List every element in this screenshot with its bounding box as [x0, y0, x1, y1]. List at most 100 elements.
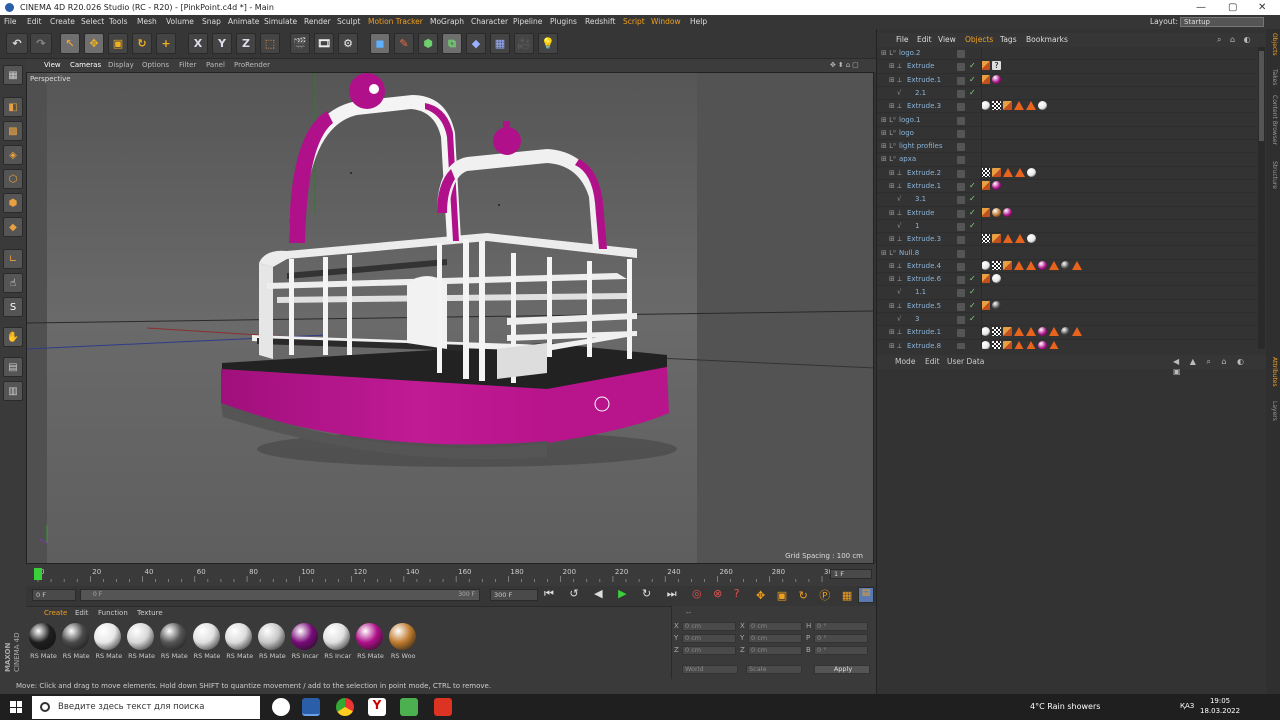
object-row[interactable]: ⊞ ⟂ Extrude.1 ✓ — [877, 74, 1257, 87]
clock[interactable]: 19:05 18.03.2022 — [1200, 696, 1240, 716]
viewport-menu-options[interactable]: Options — [142, 59, 169, 72]
uvw-tag-icon[interactable] — [992, 260, 1001, 270]
visibility-toggle[interactable] — [957, 262, 965, 271]
visibility-toggle[interactable] — [957, 316, 965, 324]
menu-render[interactable]: Render — [304, 15, 331, 29]
phong-tag-icon[interactable] — [1003, 167, 1013, 177]
protection-tag-icon[interactable] — [992, 167, 1001, 177]
points-mode-icon[interactable]: ⬡ — [3, 169, 23, 189]
material-menu-function[interactable]: Function — [98, 609, 128, 617]
enable-check-icon[interactable]: ✓ — [969, 181, 976, 190]
material-swatch[interactable]: RS Incar — [290, 623, 320, 663]
protection-tag-icon[interactable] — [981, 61, 990, 71]
lang-indicator[interactable]: ҚАЗ — [1180, 702, 1194, 710]
menu-snap[interactable]: Snap — [202, 15, 221, 29]
material-swatch[interactable]: RS Mate — [93, 623, 123, 663]
texture-mode-icon[interactable]: ▩ — [3, 121, 23, 141]
array-generator-icon[interactable]: ⧉ — [442, 33, 462, 54]
coord-value-field[interactable]: 0 cm — [748, 646, 802, 655]
viewport-menu-prorender[interactable]: ProRender — [234, 59, 270, 72]
material-tag-icon[interactable] — [981, 340, 990, 349]
coord-value-field[interactable]: 0 cm — [748, 634, 802, 643]
viewport-menu-display[interactable]: Display — [108, 59, 134, 72]
visibility-toggle[interactable] — [957, 196, 965, 205]
object-list-scrollbar[interactable] — [1258, 47, 1265, 349]
object-row[interactable]: ⊞ ⟂ Extrude.6 ✓ — [877, 273, 1257, 287]
axis-mode-icon[interactable]: ∟ — [3, 249, 23, 269]
viewport-menu-cameras[interactable]: Cameras — [70, 59, 101, 72]
chrome-app-icon[interactable] — [336, 698, 354, 716]
menu-animate[interactable]: Animate — [228, 15, 259, 29]
menu-window[interactable]: Window — [651, 15, 681, 29]
object-menu-edit[interactable]: Edit — [917, 33, 932, 47]
visibility-toggle[interactable] — [957, 222, 965, 231]
material-swatch[interactable]: RS Mate — [192, 623, 222, 663]
material-swatch[interactable]: RS Mate — [257, 623, 287, 663]
uvw-tag-icon[interactable] — [992, 327, 1001, 337]
snap-icon[interactable]: S — [3, 297, 23, 317]
object-row[interactable]: ⊞ L⁰ logo.2 — [877, 47, 1257, 61]
material-tag-icon[interactable] — [981, 327, 990, 337]
acrobat-app-icon[interactable] — [434, 698, 452, 716]
phong-tag-icon[interactable] — [1026, 101, 1036, 111]
material-swatch[interactable]: RS Mate — [224, 623, 254, 663]
enable-check-icon[interactable]: ✓ — [969, 75, 976, 84]
object-row[interactable]: ⊞ ⟂ Extrude ✓ — [877, 207, 1257, 220]
object-menu-file[interactable]: File — [896, 33, 909, 47]
enable-check-icon[interactable]: ✓ — [969, 221, 976, 230]
visibility-toggle[interactable] — [957, 76, 965, 85]
menu-file[interactable]: File — [4, 15, 17, 29]
phong-tag-icon[interactable] — [1049, 327, 1059, 337]
taskbar-search-input[interactable]: Введите здесь текст для поиска — [32, 696, 260, 719]
material-tag-icon[interactable] — [992, 300, 1001, 310]
material-swatch[interactable]: RS Mate — [159, 623, 189, 663]
phong-tag-icon[interactable] — [1072, 260, 1082, 270]
visibility-toggle[interactable] — [957, 143, 965, 152]
object-menu-view[interactable]: View — [938, 33, 956, 47]
render-view-icon[interactable]: 🎬 — [290, 33, 310, 54]
attribute-nav-icons[interactable]: ◀ ▲ ⌕ ⌂ ◐ ▣ — [1173, 357, 1266, 376]
visibility-toggle[interactable] — [957, 329, 965, 338]
object-row[interactable]: ⊞ L⁰ Null.8 — [877, 247, 1257, 260]
enable-check-icon[interactable]: ✓ — [969, 208, 976, 217]
current-frame-field[interactable]: 1 F — [830, 569, 872, 579]
end-frame-field[interactable]: 300 F — [490, 589, 538, 601]
menu-sculpt[interactable]: Sculpt — [337, 15, 360, 29]
protection-tag-icon[interactable] — [992, 234, 1001, 244]
material-swatch[interactable]: RS Mate — [28, 623, 58, 663]
menu-pipeline[interactable]: Pipeline — [513, 15, 542, 29]
menu-redshift[interactable]: Redshift — [585, 15, 615, 29]
phong-tag-icon[interactable] — [1026, 340, 1036, 349]
visibility-toggle[interactable] — [957, 209, 965, 218]
keyframe-controls[interactable]: ✥ ▣ ↻ Ⓟ ▦ — [756, 587, 856, 603]
uvw-tag-icon[interactable] — [992, 340, 1001, 349]
protection-tag-icon[interactable] — [981, 300, 990, 310]
protection-tag-icon[interactable] — [1003, 260, 1012, 270]
phong-tag-icon[interactable] — [1049, 340, 1059, 349]
object-menu-tags[interactable]: Tags — [1000, 33, 1017, 47]
enable-check-icon[interactable]: ✓ — [969, 301, 976, 310]
material-tag-icon[interactable] — [1003, 207, 1012, 217]
protection-tag-icon[interactable] — [981, 74, 990, 84]
material-tag-icon[interactable] — [1038, 101, 1047, 111]
menu-simulate[interactable]: Simulate — [264, 15, 297, 29]
phong-tag-icon[interactable] — [1015, 167, 1025, 177]
grid-lock-icon[interactable]: ▥ — [3, 381, 23, 401]
tab-attributes[interactable]: Attributes — [1268, 357, 1278, 387]
object-row[interactable]: √ 3 ✓ — [877, 313, 1257, 327]
viewport-menu-panel[interactable]: Panel — [206, 59, 225, 72]
material-tag-icon[interactable] — [992, 181, 1001, 190]
tab-takes[interactable]: Takes — [1268, 69, 1278, 85]
visibility-toggle[interactable] — [957, 249, 965, 258]
object-menu-objects[interactable]: Objects — [965, 33, 993, 47]
coord-value-field[interactable]: 0 cm — [682, 634, 736, 643]
missing-tag-icon[interactable]: ? — [992, 61, 1001, 71]
phong-tag-icon[interactable] — [1015, 234, 1025, 244]
material-tag-icon[interactable] — [1038, 260, 1047, 270]
object-row[interactable]: ⊞ L⁰ logo — [877, 127, 1257, 141]
coord-value-field[interactable]: 0 ° — [814, 646, 868, 655]
render-picture-viewer-icon[interactable]: 🎞 — [314, 33, 334, 54]
workplane-lock-icon[interactable]: ▤ — [3, 357, 23, 377]
playback-controls[interactable]: ⏮ ↺ ◀ ▶ ↻ ⏭ — [544, 587, 683, 601]
render-settings-icon[interactable]: ⚙ — [338, 33, 358, 54]
